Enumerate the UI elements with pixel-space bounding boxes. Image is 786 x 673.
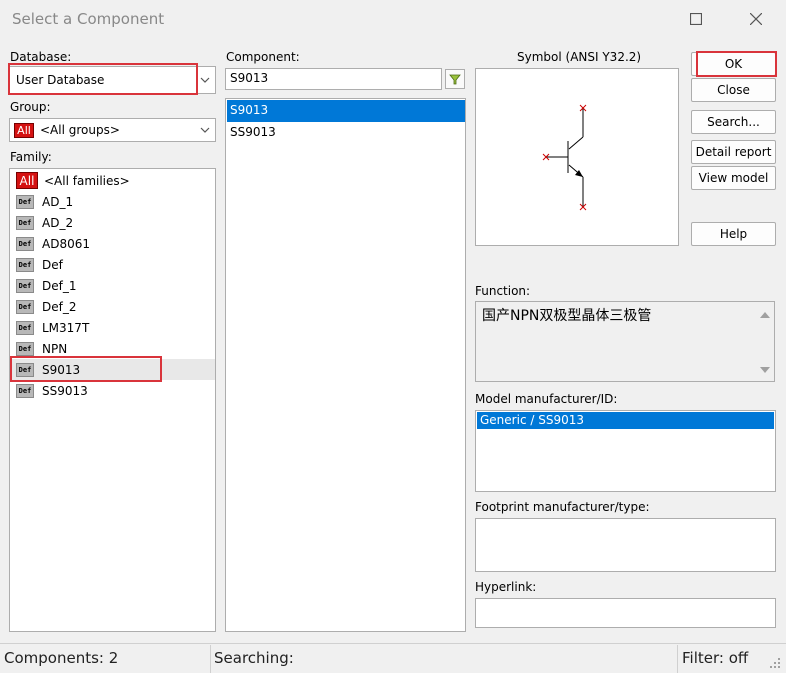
def-icon: Def: [16, 236, 34, 251]
chevron-down-icon: [200, 127, 210, 133]
family-item-label: AD_1: [42, 194, 74, 209]
model-item-label: Generic / SS9013: [480, 413, 584, 427]
family-item-lm317t[interactable]: Def LM317T: [12, 317, 89, 338]
def-icon: Def: [16, 257, 34, 272]
def-icon: Def: [16, 278, 34, 293]
group-label: Group:: [10, 100, 51, 114]
def-icon: Def: [16, 299, 34, 314]
family-item-label: SS9013: [42, 383, 88, 398]
close-button[interactable]: Close: [691, 78, 776, 102]
footprint-label: Footprint manufacturer/type:: [475, 500, 650, 514]
component-search-value: S9013: [230, 71, 269, 85]
status-searching: Searching:: [214, 649, 294, 667]
family-item-label: NPN: [42, 341, 68, 356]
family-item-ss9013[interactable]: Def SS9013: [12, 380, 88, 401]
family-item-def[interactable]: Def Def: [12, 254, 63, 275]
status-components: Components: 2: [4, 649, 119, 667]
family-item-all[interactable]: All <All families>: [12, 170, 130, 191]
function-label: Function:: [475, 284, 531, 298]
hyperlink-label: Hyperlink:: [475, 580, 537, 594]
def-icon: Def: [16, 320, 34, 335]
x-icon: [750, 13, 762, 25]
function-textbox[interactable]: 国产NPN双极型晶体三极管: [475, 301, 775, 382]
family-item-label: Def: [42, 257, 63, 272]
maximize-button[interactable]: [676, 6, 716, 32]
filter-button[interactable]: [445, 69, 465, 89]
filter-icon: [449, 74, 461, 85]
family-item-ad-1[interactable]: Def AD_1: [12, 191, 73, 212]
footprint-list[interactable]: [475, 518, 776, 572]
scroll-down-icon: [760, 367, 770, 373]
model-label: Model manufacturer/ID:: [475, 392, 618, 406]
family-item-label: <All families>: [44, 173, 130, 188]
family-item-def-2[interactable]: Def Def_2: [12, 296, 76, 317]
def-icon: Def: [16, 341, 34, 356]
scroll-up-icon: [760, 312, 770, 318]
all-icon: All: [14, 122, 34, 138]
component-item-ss9013[interactable]: SS9013: [227, 122, 465, 144]
status-separator: [210, 645, 211, 673]
group-select[interactable]: All <All groups>: [9, 118, 216, 142]
npn-transistor-symbol: [542, 104, 587, 211]
family-label: Family:: [10, 150, 52, 164]
symbol-label: Symbol (ANSI Y32.2): [517, 50, 642, 64]
family-highlight: [10, 356, 162, 382]
chevron-down-icon: [200, 77, 210, 83]
family-item-label: Def_2: [42, 299, 77, 314]
family-item-label: AD_2: [42, 215, 74, 230]
search-button[interactable]: Search...: [691, 110, 776, 134]
component-item-label: S9013: [230, 103, 269, 117]
family-list[interactable]: All <All families> Def AD_1 Def AD_2 Def…: [9, 168, 216, 632]
family-item-ad-2[interactable]: Def AD_2: [12, 212, 73, 233]
component-search-input[interactable]: S9013: [225, 68, 442, 90]
square-icon: [690, 13, 702, 25]
resize-grip-icon[interactable]: [768, 656, 782, 670]
def-icon: Def: [16, 215, 34, 230]
family-item-label: Def_1: [42, 278, 77, 293]
component-item-label: SS9013: [230, 125, 276, 139]
database-label: Database:: [10, 50, 72, 64]
family-item-ad8061[interactable]: Def AD8061: [12, 233, 90, 254]
model-list[interactable]: Generic / SS9013: [475, 410, 776, 492]
component-item-s9013[interactable]: S9013: [227, 100, 465, 122]
all-icon: All: [16, 172, 38, 189]
help-button[interactable]: Help: [691, 222, 776, 246]
component-label: Component:: [226, 50, 300, 64]
status-filter: Filter: off: [682, 649, 749, 667]
ok-highlight: [696, 51, 777, 77]
def-icon: Def: [16, 194, 34, 209]
family-item-def-1[interactable]: Def Def_1: [12, 275, 76, 296]
family-item-label: AD8061: [42, 236, 90, 251]
hyperlink-field[interactable]: [475, 598, 776, 628]
group-value: <All groups>: [40, 123, 120, 137]
close-window-button[interactable]: [736, 6, 776, 32]
status-divider: [0, 643, 786, 644]
component-list[interactable]: S9013 SS9013: [225, 98, 466, 632]
def-icon: Def: [16, 383, 34, 398]
family-item-label: LM317T: [42, 320, 90, 335]
function-value: 国产NPN双极型晶体三极管: [482, 308, 652, 324]
model-item[interactable]: Generic / SS9013: [477, 412, 774, 429]
detail-report-button[interactable]: Detail report: [691, 140, 776, 164]
function-scrollbar[interactable]: [756, 302, 774, 381]
status-separator: [677, 645, 678, 673]
title-bar: Select a Component: [0, 0, 786, 38]
database-highlight: [8, 63, 198, 95]
view-model-button[interactable]: View model: [691, 166, 776, 190]
symbol-preview: [475, 68, 679, 246]
window-title: Select a Component: [12, 10, 165, 28]
